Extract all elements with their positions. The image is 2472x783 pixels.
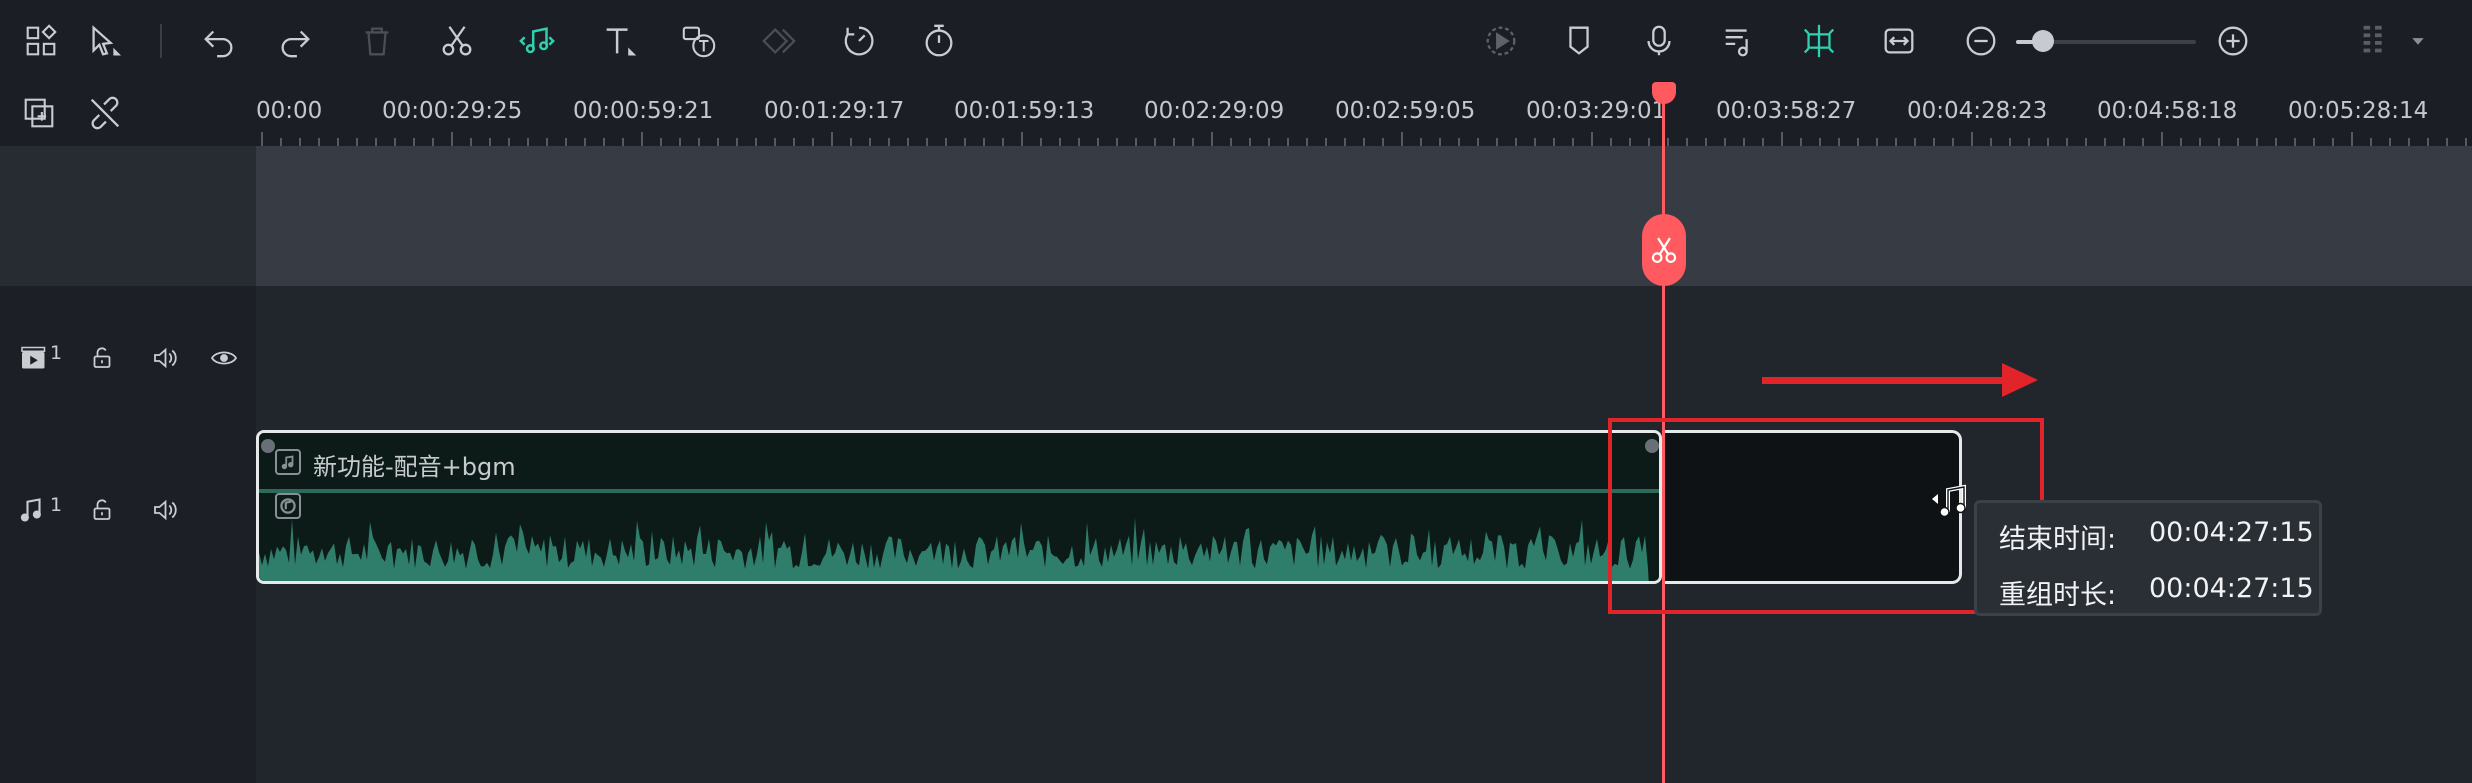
delete-icon[interactable]: [352, 16, 402, 66]
toolbar-separator: [160, 24, 162, 58]
video-track-number: 1: [50, 342, 63, 364]
voiceover-mic-icon[interactable]: [1634, 16, 1684, 66]
playhead-split-button[interactable]: [1642, 214, 1686, 286]
zoom-in-icon[interactable]: [2208, 16, 2258, 66]
speed-icon[interactable]: [834, 16, 884, 66]
select-pointer-icon[interactable]: [80, 16, 130, 66]
audio-waveform: [259, 517, 1649, 581]
redo-icon[interactable]: [270, 16, 320, 66]
empty-drop-area[interactable]: [256, 146, 2472, 286]
end-time-label: 结束时间:: [1999, 524, 2117, 555]
ruler-label: 00:01:29:17: [764, 98, 905, 124]
audio-sync-icon[interactable]: [512, 16, 562, 66]
drag-handle-icon[interactable]: [2350, 16, 2400, 66]
duration-timer-icon[interactable]: [914, 16, 964, 66]
ruler-label: 00:02:29:09: [1144, 98, 1285, 124]
music-note-icon: [14, 492, 50, 528]
ruler-ticks: [261, 132, 2467, 146]
ruler-label: 00:00:59:21: [573, 98, 714, 124]
waveform-path: [259, 517, 1649, 581]
annotation-arrow-head: [2002, 363, 2038, 397]
annotation-arrow-shaft: [1762, 377, 2014, 384]
text-tool-icon[interactable]: [594, 16, 644, 66]
video-track-icon: [16, 340, 52, 376]
speech-to-text-icon[interactable]: [674, 16, 724, 66]
ruler-label: 00:05:28:14: [2288, 98, 2429, 124]
marker-icon[interactable]: [1554, 16, 1604, 66]
render-preview-icon[interactable]: [1476, 16, 1526, 66]
lock-icon[interactable]: [84, 340, 120, 376]
split-scissors-icon[interactable]: [432, 16, 482, 66]
eye-visibility-icon[interactable]: [206, 340, 242, 376]
snap-magnet-icon[interactable]: [1794, 16, 1844, 66]
volume-icon[interactable]: [146, 492, 182, 528]
ruler-label: 00:01:59:13: [954, 98, 1095, 124]
audio-mixer-icon[interactable]: [1714, 16, 1764, 66]
audio-track-number: 1: [50, 494, 63, 516]
ruler-label: 00:03:58:27: [1716, 98, 1857, 124]
ruler-label: 00:04:28:23: [1907, 98, 2048, 124]
ruler-label: 00:02:59:05: [1335, 98, 1476, 124]
audio-clip-icon: [275, 449, 301, 475]
layout-grid-icon[interactable]: [16, 16, 66, 66]
empty-track-header: [0, 146, 256, 286]
duration-label: 重组时长:: [1999, 580, 2117, 611]
fade-in-handle[interactable]: [261, 439, 275, 453]
ruler-label: 00:00:29:25: [382, 98, 523, 124]
end-time-value: 00:04:27:15: [2149, 517, 2314, 548]
ruler-label: 00:03:29:01: [1526, 98, 1667, 124]
ruler-label: 00:00: [256, 98, 323, 124]
zoom-slider-thumb[interactable]: [2032, 30, 2054, 52]
keyframe-icon[interactable]: [754, 16, 804, 66]
clip-title: 新功能-配音+bgm: [313, 453, 516, 481]
chevron-down-icon[interactable]: [2398, 16, 2438, 66]
audio-clip[interactable]: 新功能-配音+bgm: [256, 430, 1662, 584]
fit-timeline-icon[interactable]: [1874, 16, 1924, 66]
lock-icon[interactable]: [84, 492, 120, 528]
scissors-icon: [1651, 237, 1677, 264]
ruler-label: 00:04:58:18: [2097, 98, 2238, 124]
zoom-out-icon[interactable]: [1956, 16, 2006, 66]
trim-tooltip: 结束时间: 00:04:27:15 重组时长: 00:04:27:15: [1974, 500, 2322, 616]
audio-effect-icon[interactable]: [275, 493, 301, 519]
trim-cursor-icon: [1930, 478, 1972, 520]
undo-icon[interactable]: [194, 16, 244, 66]
duration-value: 00:04:27:15: [2149, 573, 2314, 604]
volume-icon[interactable]: [146, 340, 182, 376]
